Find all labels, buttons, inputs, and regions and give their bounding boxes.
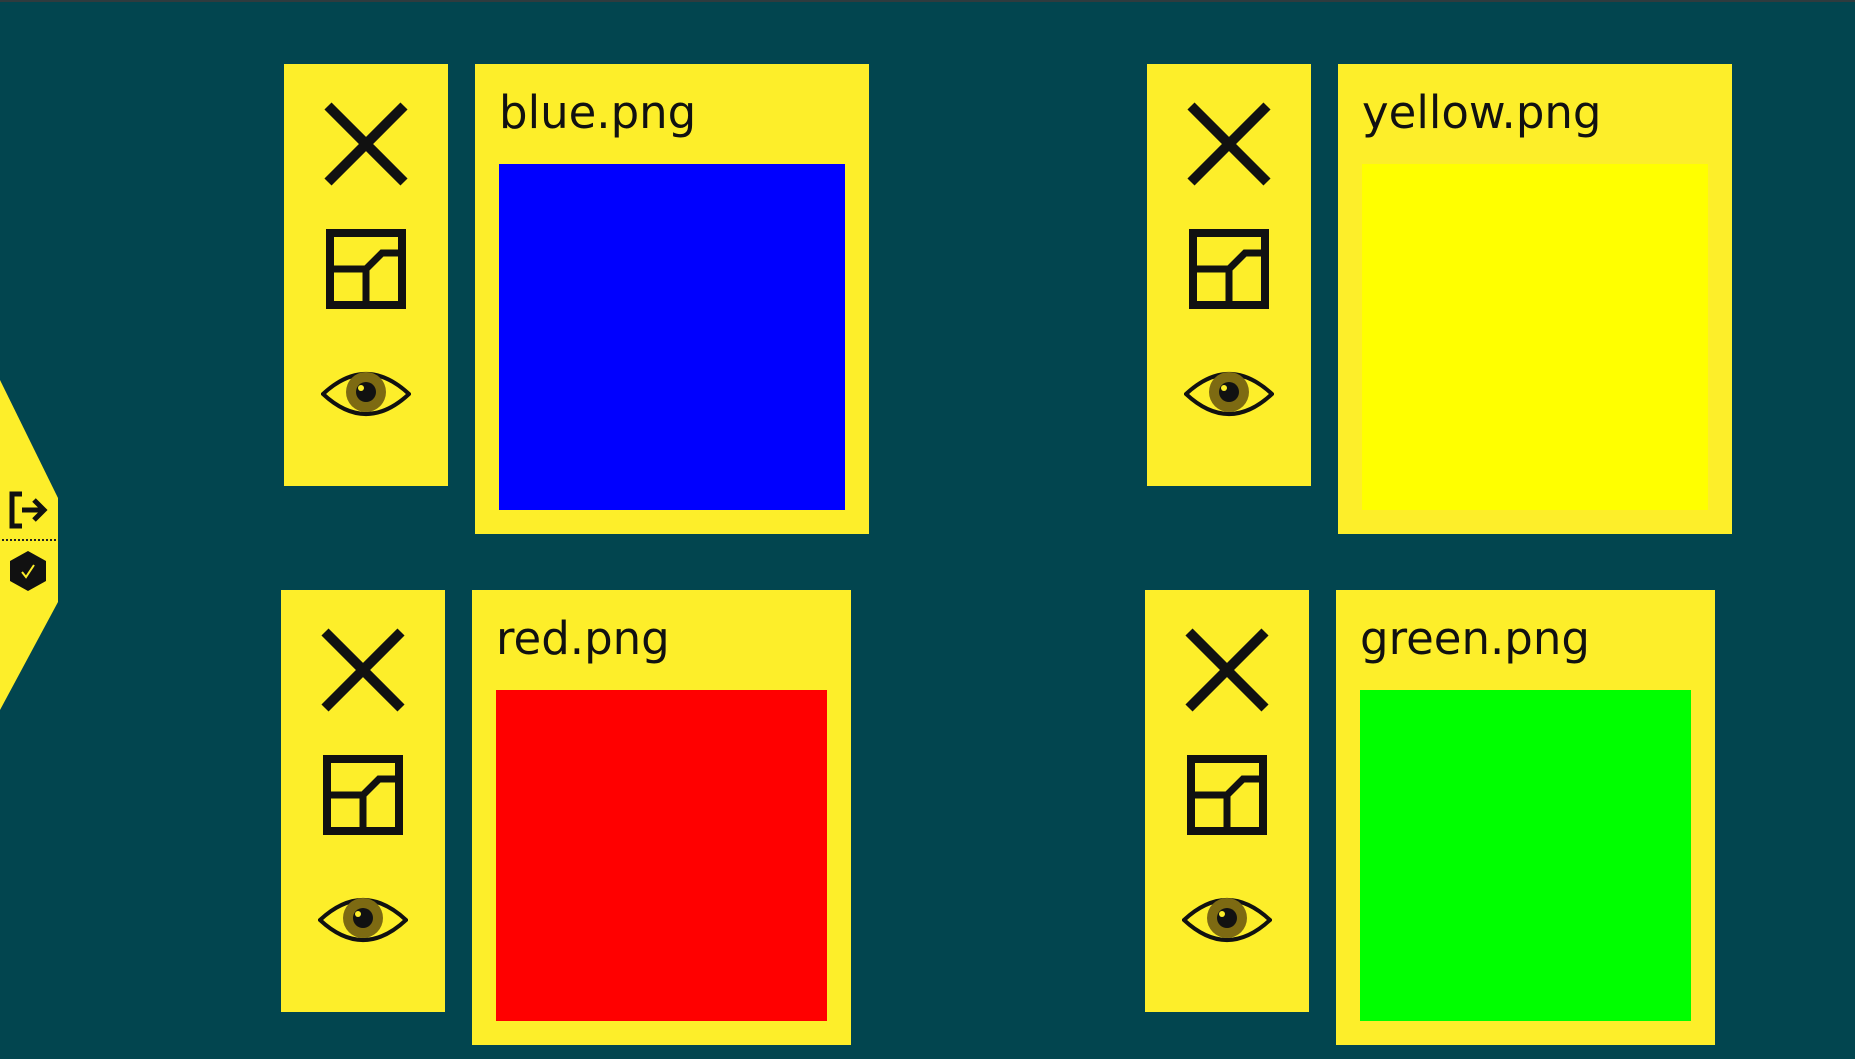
color-swatch (1360, 690, 1691, 1021)
image-card-blue[interactable]: blue.png (475, 64, 869, 534)
color-swatch (496, 690, 827, 1021)
card-title: red.png (496, 612, 670, 665)
window-restore-icon[interactable] (313, 745, 413, 845)
dock-separator (2, 539, 56, 541)
eye-icon[interactable] (316, 344, 416, 444)
logout-icon[interactable] (8, 490, 52, 530)
window-restore-icon[interactable] (1177, 745, 1277, 845)
top-border (0, 0, 1855, 2)
toolbar-green (1145, 590, 1309, 1012)
eye-icon[interactable] (313, 870, 413, 970)
window-restore-icon[interactable] (316, 219, 416, 319)
toolbar-blue (284, 64, 448, 486)
eye-icon[interactable] (1179, 344, 1279, 444)
card-title: yellow.png (1362, 86, 1602, 139)
close-icon[interactable] (313, 620, 413, 720)
color-swatch (1362, 164, 1708, 510)
image-card-yellow[interactable]: yellow.png (1338, 64, 1732, 534)
toolbar-red (281, 590, 445, 1012)
window-restore-icon[interactable] (1179, 219, 1279, 319)
image-card-green[interactable]: green.png (1336, 590, 1715, 1045)
close-icon[interactable] (1179, 94, 1279, 194)
card-title: green.png (1360, 612, 1590, 665)
card-title: blue.png (499, 86, 697, 139)
hexagon-settings-icon[interactable] (8, 550, 48, 592)
color-swatch (499, 164, 845, 510)
close-icon[interactable] (1177, 620, 1277, 720)
close-icon[interactable] (316, 94, 416, 194)
image-card-red[interactable]: red.png (472, 590, 851, 1045)
dock-panel (0, 380, 58, 710)
toolbar-yellow (1147, 64, 1311, 486)
eye-icon[interactable] (1177, 870, 1277, 970)
